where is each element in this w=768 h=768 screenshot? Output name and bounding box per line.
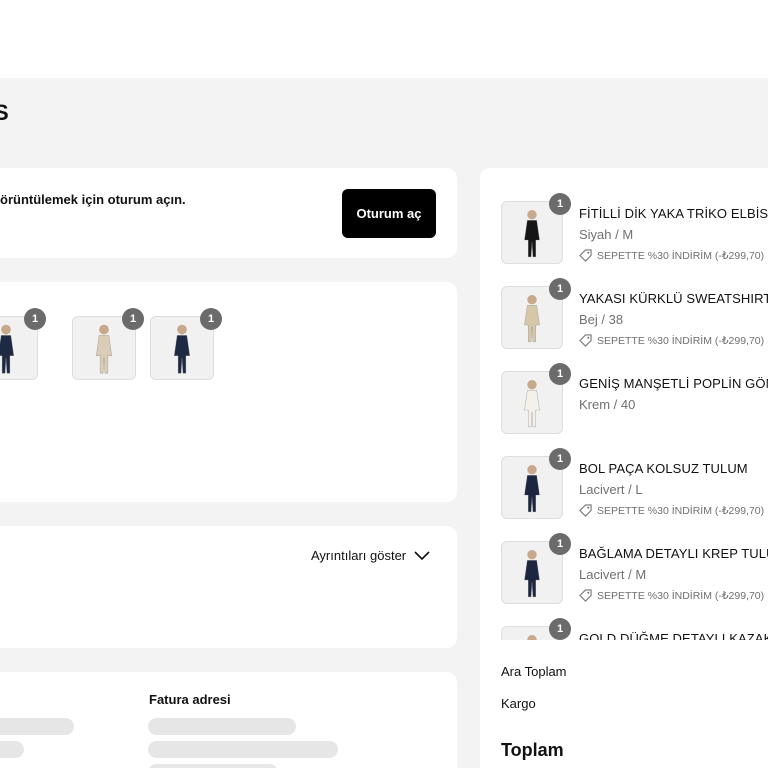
quantity-badge: 1 — [200, 308, 222, 330]
order-item-name: GENİŞ MANŞETLİ POPLİN GÖMLEK — [579, 376, 768, 391]
login-button[interactable]: Oturum aç — [342, 189, 436, 238]
discount-text: SEPETTE %30 İNDİRİM (-₺299,70) — [597, 589, 765, 602]
order-item-variant: Lacivert / M — [579, 567, 647, 582]
tag-icon — [579, 589, 592, 602]
skeleton-line — [148, 741, 338, 758]
login-prompt-card: örüntülemek için oturum açın. Oturum aç — [0, 168, 457, 258]
address-card: Fatura adresi — [0, 672, 457, 768]
order-item-name: FİTİLLİ DİK YAKA TRİKO ELBİSE — [579, 206, 768, 221]
login-prompt-text: örüntülemek için oturum açın. — [0, 192, 186, 207]
tag-icon — [579, 504, 592, 517]
order-item-thumbnail: 1 — [501, 533, 571, 604]
quantity-badge: 1 — [549, 363, 571, 385]
order-item-name: BOL PAÇA KOLSUZ TULUM — [579, 461, 748, 476]
order-details-card: Ayrıntıları göster — [0, 526, 457, 648]
chevron-down-icon — [414, 550, 430, 560]
quantity-badge: 1 — [122, 308, 144, 330]
order-item-discount: SEPETTE %30 İNDİRİM (-₺299,70) — [579, 249, 764, 262]
order-item-variant: Lacivert / L — [579, 482, 643, 497]
quantity-badge: 1 — [24, 308, 46, 330]
discount-text: SEPETTE %30 İNDİRİM (-₺299,70) — [597, 334, 765, 347]
subtotal-label: Ara Toplam — [501, 664, 567, 679]
order-item-thumbnail: 1 — [501, 363, 571, 434]
order-item-variant: Krem / 40 — [579, 397, 636, 412]
order-item-thumbnail: 1 — [501, 278, 571, 349]
quantity-badge: 1 — [549, 448, 571, 470]
skeleton-line — [148, 764, 278, 768]
order-item: 1 GOLD DÜĞME DETAYLI KAZAK — [501, 618, 768, 640]
order-item-variant: Bej / 38 — [579, 312, 624, 327]
order-item: 1 FİTİLLİ DİK YAKA TRİKO ELBİSE Siyah / M S… — [501, 193, 768, 265]
order-item: 1 BOL PAÇA KOLSUZ TULUM Lacivert / L SEPETT… — [501, 448, 768, 520]
show-details-label: Ayrıntıları göster — [311, 548, 407, 563]
billing-address-label: Fatura adresi — [149, 692, 231, 707]
order-item-name: GOLD DÜĞME DETAYLI KAZAK — [579, 631, 768, 640]
order-item-discount: SEPETTE %30 İNDİRİM (-₺299,70) — [579, 504, 764, 517]
tag-icon — [579, 334, 592, 347]
order-item-thumbnail: 1 — [501, 448, 571, 519]
cart-thumbnail[interactable]: 1 — [150, 308, 222, 380]
tag-icon — [579, 249, 592, 262]
total-label: Toplam — [501, 740, 564, 760]
page-title: S — [0, 100, 9, 125]
order-item-discount: SEPETTE %30 İNDİRİM (-₺299,70) — [579, 334, 764, 347]
discount-text: SEPETTE %30 İNDİRİM (-₺299,70) — [597, 504, 765, 517]
discount-text: SEPETTE %30 İNDİRİM (-₺299,70) — [597, 249, 765, 262]
skeleton-line — [0, 741, 24, 758]
cart-thumbnail[interactable]: 1 — [72, 308, 144, 380]
quantity-badge: 1 — [549, 533, 571, 555]
show-details-toggle[interactable]: Ayrıntıları göster — [311, 548, 430, 563]
cart-items-card: 1 1 1 — [0, 282, 457, 502]
order-item-discount: SEPETTE %30 İNDİRİM (-₺299,70) — [579, 589, 764, 602]
quantity-badge: 1 — [549, 193, 571, 215]
order-items-list[interactable]: 1 FİTİLLİ DİK YAKA TRİKO ELBİSE Siyah / M S… — [480, 168, 768, 640]
order-summary-panel: 1 FİTİLLİ DİK YAKA TRİKO ELBİSE Siyah / M S… — [480, 168, 768, 768]
order-item-name: BAĞLAMA DETAYLI KREP TULUM — [579, 546, 768, 561]
skeleton-line — [148, 718, 296, 735]
order-item: 1 GENİŞ MANŞETLİ POPLİN GÖMLEK Krem / 40 — [501, 363, 768, 435]
quantity-badge: 1 — [549, 278, 571, 300]
quantity-badge: 1 — [549, 618, 571, 640]
order-item-variant: Siyah / M — [579, 227, 634, 242]
order-item-thumbnail: 1 — [501, 193, 571, 264]
cart-thumbnail[interactable]: 1 — [0, 308, 46, 380]
order-item-name: YAKASI KÜRKLÜ SWEATSHIRT — [579, 291, 768, 306]
order-item-thumbnail: 1 — [501, 618, 571, 640]
shipping-label: Kargo — [501, 696, 536, 711]
order-item: 1 YAKASI KÜRKLÜ SWEATSHIRT Bej / 38 SEPETTE… — [501, 278, 768, 350]
skeleton-line — [0, 718, 74, 735]
top-header — [0, 0, 768, 78]
order-item: 1 BAĞLAMA DETAYLI KREP TULUM Lacivert / M S… — [501, 533, 768, 605]
